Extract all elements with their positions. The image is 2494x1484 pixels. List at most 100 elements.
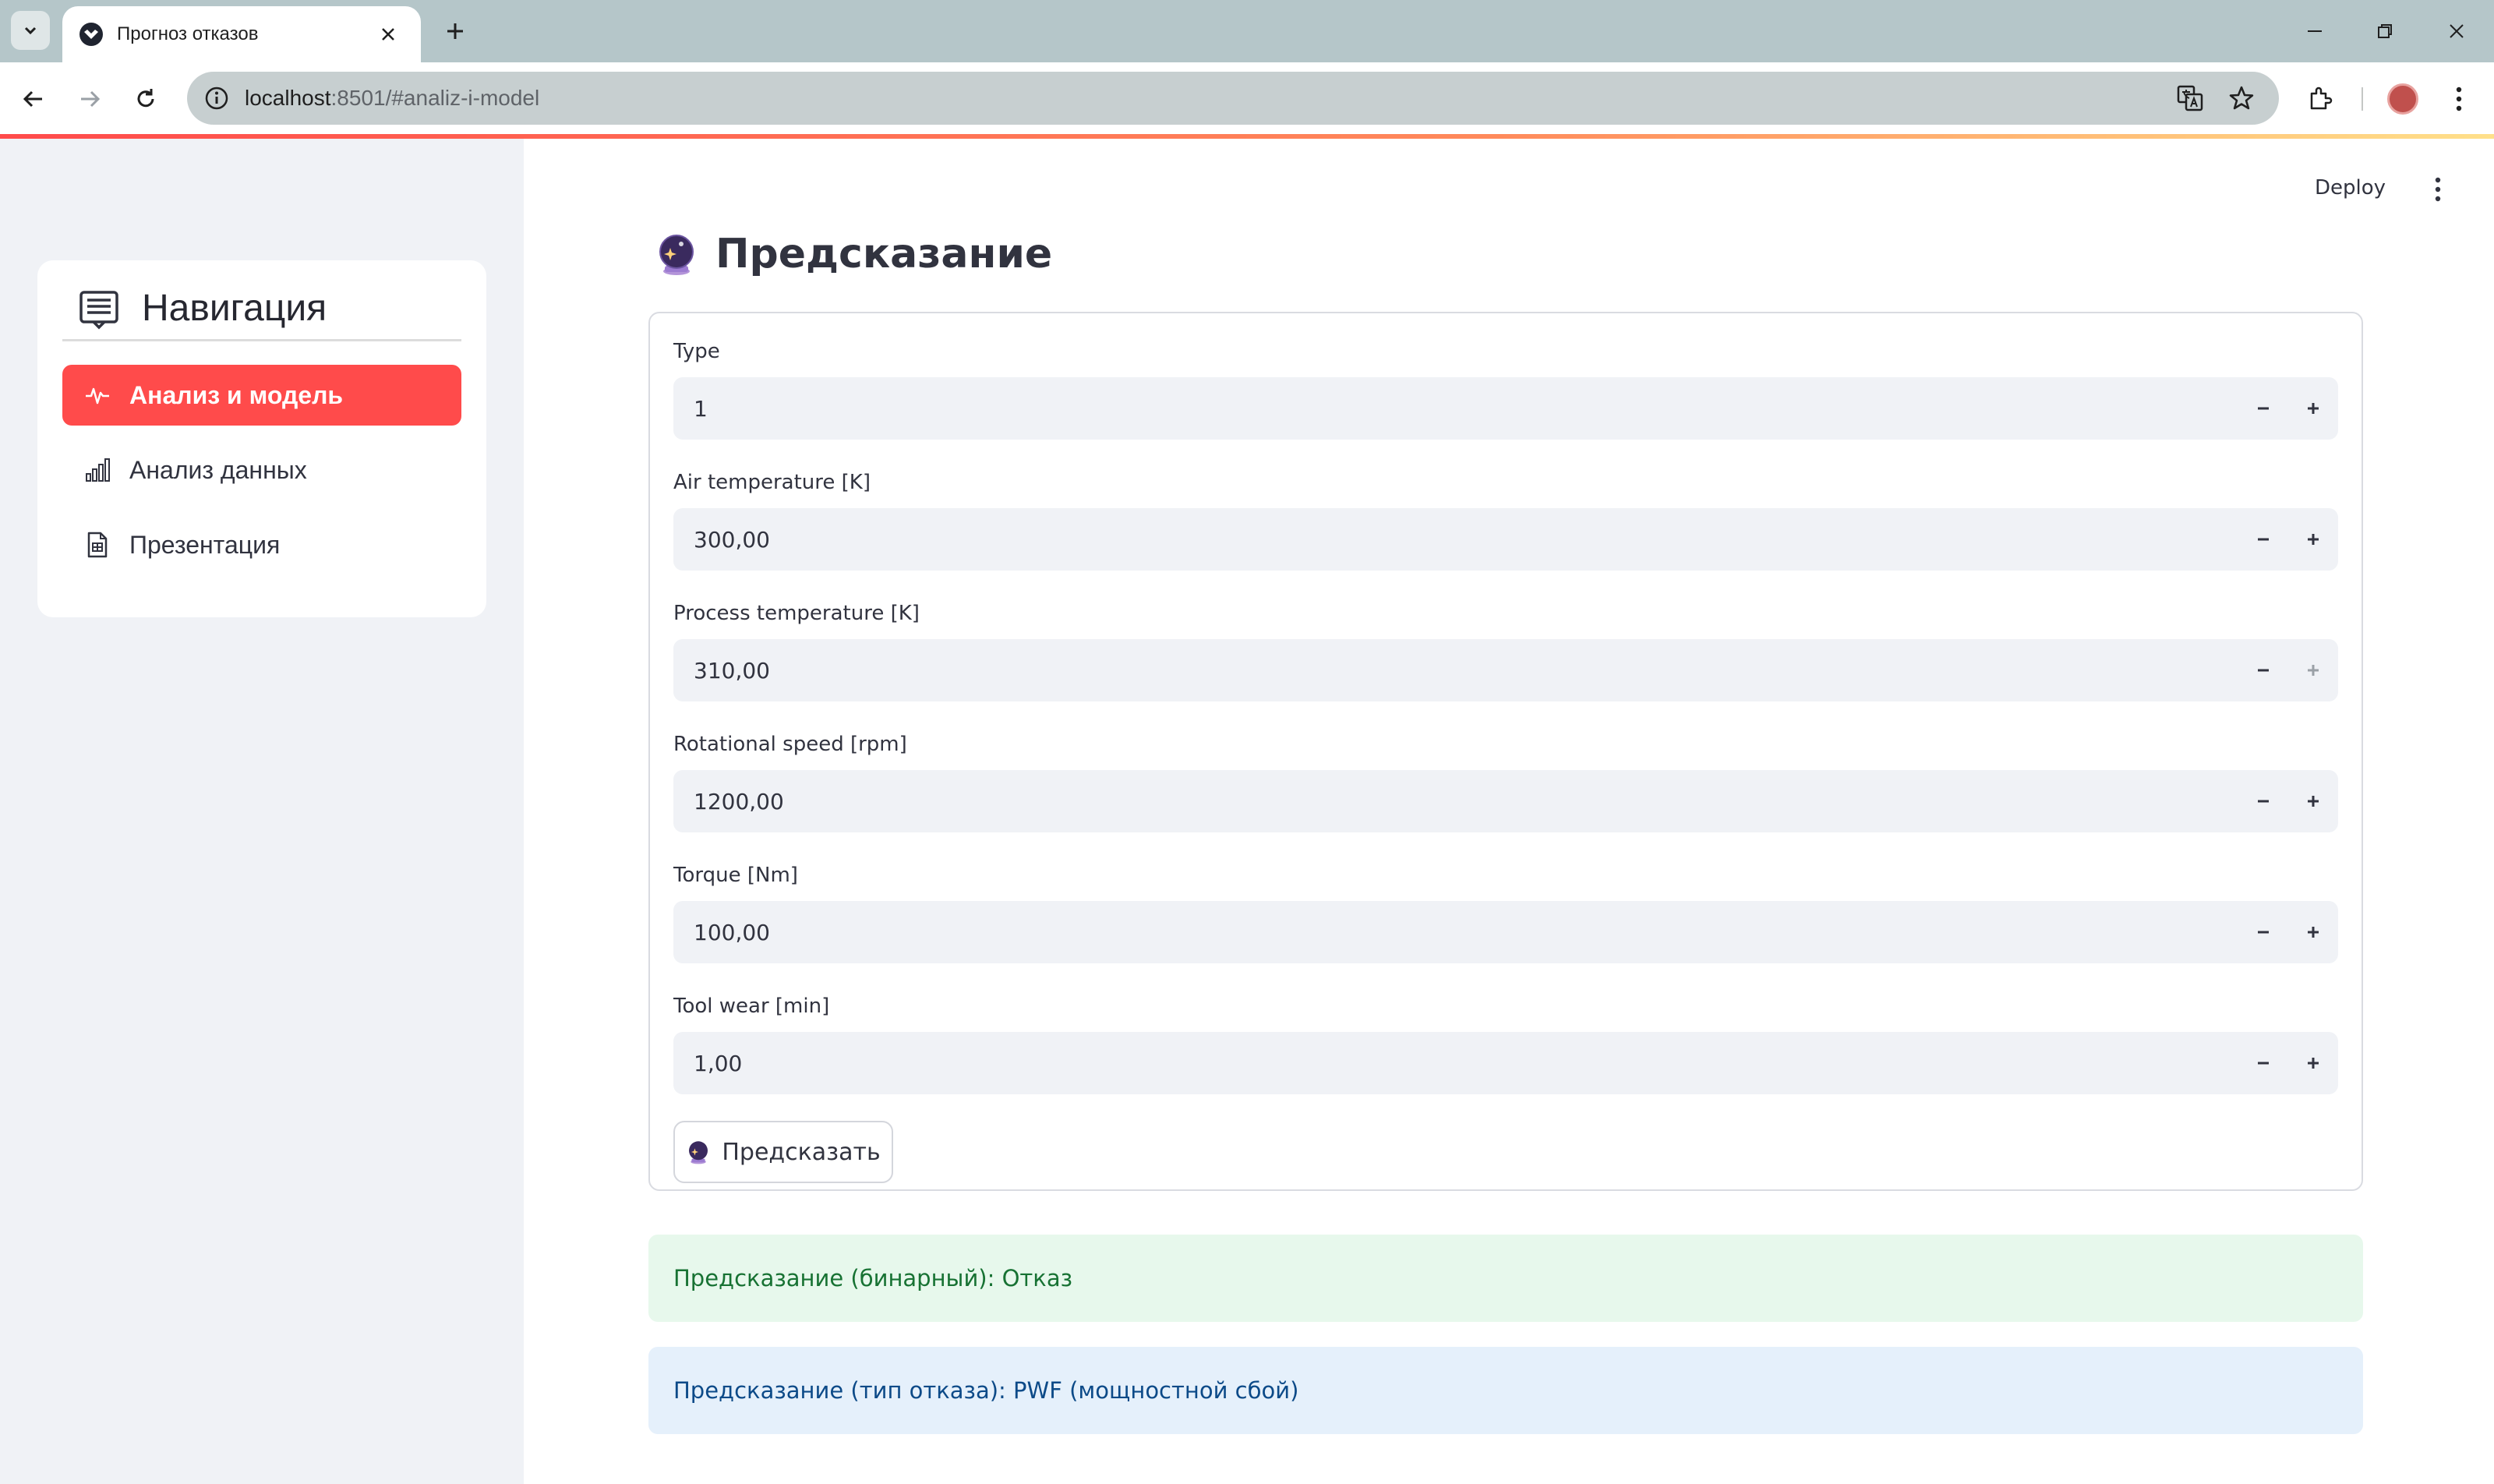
arrow-right-icon	[81, 90, 101, 108]
sidebar-item-label: Анализ и модель	[129, 380, 344, 409]
minus-icon	[2258, 407, 2269, 410]
prediction-form: Type 1 Air temperature [K] 300,00 Proces…	[648, 312, 2363, 1191]
predict-button[interactable]: Предсказать	[673, 1121, 893, 1183]
increment-button[interactable]	[2288, 508, 2338, 571]
plus-icon	[2308, 927, 2319, 938]
browser-tab-active[interactable]: Прогноз отказов	[62, 6, 421, 62]
close-tab-button[interactable]	[373, 19, 404, 50]
decrement-button[interactable]	[2238, 508, 2288, 571]
minus-icon	[2258, 669, 2269, 672]
tool-wear-number-input[interactable]: 1,00	[673, 1032, 2338, 1094]
tab-search-button[interactable]	[11, 11, 50, 50]
restore-button[interactable]	[2362, 12, 2408, 50]
extensions-icon[interactable]	[2301, 80, 2340, 118]
plus-icon	[2308, 1058, 2319, 1069]
failure-type-prediction-text: Предсказание (тип отказа): PWF (мощностн…	[673, 1377, 1299, 1404]
decrement-button[interactable]	[2238, 639, 2288, 701]
vertical-dots-icon	[2435, 177, 2441, 202]
browser-tab-strip: Прогноз отказов	[0, 0, 2494, 62]
torque-value[interactable]: 100,00	[673, 920, 2238, 945]
crystal-ball-icon	[659, 235, 694, 275]
streamlit-favicon-icon	[79, 23, 103, 46]
minimize-icon	[2308, 30, 2322, 32]
binary-prediction-alert: Предсказание (бинарный): Отказ	[648, 1235, 2363, 1322]
increment-button[interactable]	[2288, 377, 2338, 440]
vertical-dots-icon	[2456, 87, 2462, 111]
forward-button[interactable]	[70, 80, 109, 118]
minus-icon	[2258, 800, 2269, 803]
navigation-header: Навигация	[62, 284, 461, 341]
field-label-type: Type	[673, 340, 720, 363]
avatar	[2387, 83, 2418, 115]
sidebar-item-presentation[interactable]: Презентация	[62, 514, 461, 575]
close-icon	[382, 28, 394, 41]
process-temperature-value[interactable]: 310,00	[673, 658, 2238, 684]
air-temperature-number-input[interactable]: 300,00	[673, 508, 2338, 571]
main-content: Deploy Предсказание Type 1 Air temperatu…	[524, 139, 2494, 1484]
deploy-button[interactable]: Deploy	[2315, 176, 2386, 200]
binary-prediction-text: Предсказание (бинарный): Отказ	[673, 1265, 1073, 1291]
back-button[interactable]	[14, 80, 53, 118]
minimize-button[interactable]	[2291, 12, 2338, 50]
reload-icon	[137, 89, 154, 108]
close-window-button[interactable]	[2433, 12, 2480, 50]
decrement-button[interactable]	[2238, 377, 2288, 440]
predict-button-label: Предсказать	[722, 1138, 881, 1166]
rotational-speed-number-input[interactable]: 1200,00	[673, 770, 2338, 832]
site-info-icon[interactable]	[201, 83, 232, 114]
address-bar[interactable]: localhost:8501/#analiz-i-model	[187, 72, 2279, 125]
translate-icon[interactable]	[2174, 83, 2206, 114]
profile-avatar[interactable]	[2383, 80, 2422, 118]
file-slides-icon	[84, 532, 111, 558]
sidebar-item-data-analysis[interactable]: Анализ данных	[62, 440, 461, 500]
reload-button[interactable]	[126, 80, 165, 118]
air-temperature-value[interactable]: 300,00	[673, 527, 2238, 553]
sidebar-item-analysis-model[interactable]: Анализ и модель	[62, 365, 461, 426]
process-temperature-number-input[interactable]: 310,00	[673, 639, 2338, 701]
decrement-button[interactable]	[2238, 770, 2288, 832]
plus-icon	[2308, 403, 2319, 414]
minus-icon	[2258, 931, 2269, 934]
page-title-row: Предсказание	[655, 231, 1052, 277]
minus-icon	[2258, 538, 2269, 541]
rotational-speed-value[interactable]: 1200,00	[673, 789, 2238, 814]
plus-icon	[2308, 534, 2319, 545]
torque-number-input[interactable]: 100,00	[673, 901, 2338, 963]
field-label-rotational-speed: Rotational speed [rpm]	[673, 733, 907, 756]
bar-chart-icon	[84, 457, 111, 483]
field-label-air-temperature: Air temperature [K]	[673, 471, 871, 494]
new-tab-button[interactable]	[436, 12, 474, 50]
sidebar-item-label: Анализ данных	[129, 455, 307, 484]
bookmark-star-icon[interactable]	[2226, 83, 2257, 114]
increment-button[interactable]	[2288, 1032, 2338, 1094]
app-menu-button[interactable]	[2422, 170, 2453, 209]
failure-type-prediction-alert: Предсказание (тип отказа): PWF (мощностн…	[648, 1347, 2363, 1434]
url-path: :8501/#analiz-i-model	[330, 86, 540, 110]
activity-icon	[84, 382, 111, 408]
decrement-button[interactable]	[2238, 901, 2288, 963]
increment-button[interactable]	[2288, 770, 2338, 832]
minus-icon	[2258, 1062, 2269, 1065]
increment-button[interactable]	[2288, 901, 2338, 963]
browser-menu-button[interactable]	[2439, 80, 2478, 118]
close-icon	[2450, 24, 2464, 38]
arrow-left-icon	[23, 90, 42, 108]
tab-title: Прогноз отказов	[117, 23, 259, 44]
plus-icon	[447, 23, 463, 39]
navigation-title: Навигация	[142, 288, 327, 329]
sidebar: Навигация Анализ и модель Анализ данных …	[0, 139, 524, 1484]
tool-wear-value[interactable]: 1,00	[673, 1051, 2238, 1076]
url-host: localhost	[245, 86, 331, 110]
field-label-torque: Torque [Nm]	[673, 864, 798, 887]
crystal-ball-icon	[689, 1141, 708, 1164]
increment-button[interactable]	[2288, 639, 2338, 701]
page-title: Предсказание	[715, 231, 1053, 277]
decrement-button[interactable]	[2238, 1032, 2288, 1094]
restore-icon	[2378, 24, 2392, 38]
sidebar-item-label: Презентация	[129, 530, 281, 559]
type-number-input[interactable]: 1	[673, 377, 2338, 440]
toolbar-separator	[2362, 87, 2363, 111]
type-value[interactable]: 1	[673, 396, 2238, 422]
browser-toolbar: localhost:8501/#analiz-i-model	[0, 62, 2494, 134]
plus-icon	[2308, 665, 2319, 676]
